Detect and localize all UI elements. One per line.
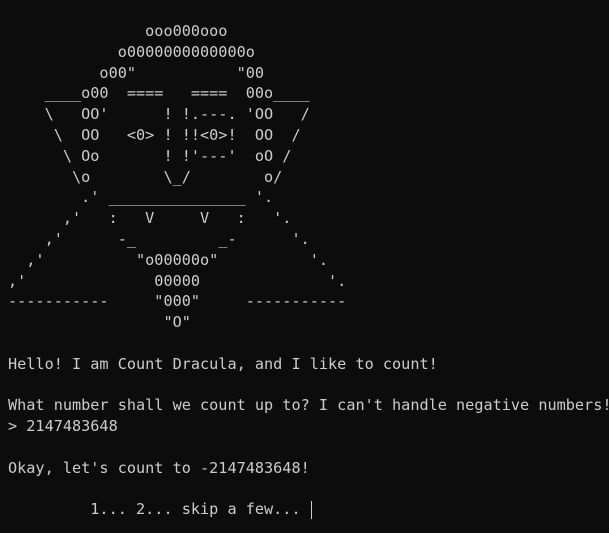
ascii-art-line: ----------- "000" -----------	[8, 292, 347, 311]
ascii-art-line: o00" "00	[8, 63, 265, 82]
terminal-window[interactable]: ooo000ooo o0000000000000o o00" "00 ____o…	[0, 0, 609, 533]
dracula-ascii-art: ooo000ooo o0000000000000o o00" "00 ____o…	[8, 21, 609, 333]
counting-text: 1... 2... skip a few...	[8, 500, 310, 519]
ascii-art-line: ,' 00000 '.	[8, 271, 347, 290]
ascii-art-line: .' _______________ '.	[8, 188, 274, 207]
prompt-question-text: What number shall we count up to? I can'…	[8, 396, 609, 415]
ascii-art-line: \o \_/ o/	[8, 167, 283, 186]
ascii-art-line: \ OO' ! !.---. 'OO /	[8, 105, 310, 124]
ascii-art-line: ,' "o00000o" '.	[8, 250, 329, 269]
ascii-art-line: \ Oo ! !'---' oO /	[8, 146, 292, 165]
user-input-line: > 2147483648	[8, 417, 118, 436]
text-cursor[interactable]	[310, 500, 312, 519]
ascii-art-line: ooo000ooo	[8, 22, 228, 40]
greeting-text: Hello! I am Count Dracula, and I like to…	[8, 354, 438, 373]
ascii-art-line: "O"	[8, 313, 191, 332]
ascii-art-line: ____o00 ==== ==== 00o____	[8, 84, 310, 103]
ascii-art-line: ,' -_ _- '.	[8, 229, 310, 248]
ascii-art-line: \ OO <0> ! !!<0>! OO /	[8, 125, 301, 144]
response-text: Okay, let's count to -2147483648!	[8, 458, 310, 477]
counting-line: 1... 2... skip a few...	[8, 499, 609, 520]
ascii-art-line: o0000000000000o	[8, 42, 255, 61]
ascii-art-line: ,' : V V : '.	[8, 209, 292, 228]
